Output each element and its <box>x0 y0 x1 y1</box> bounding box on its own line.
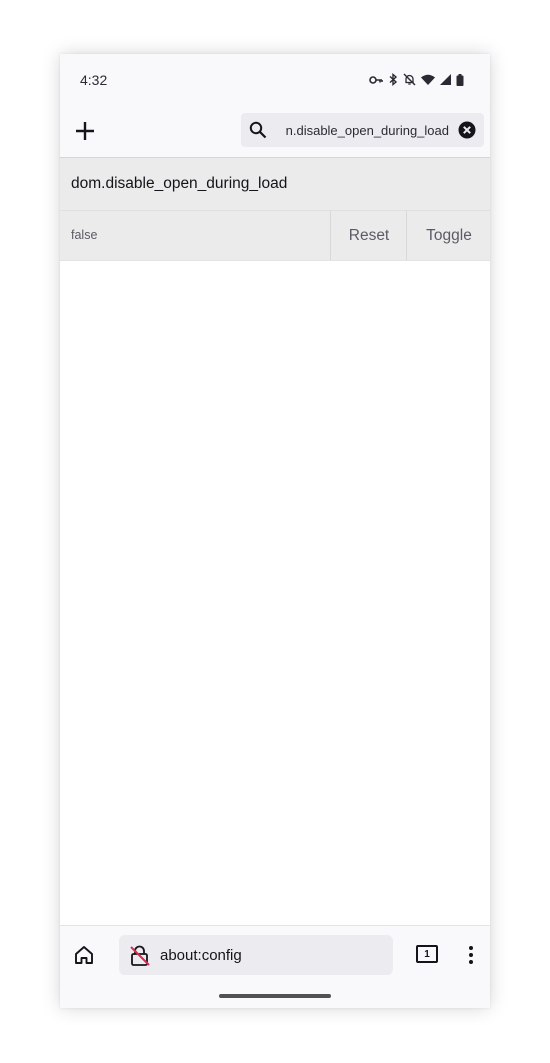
status-bar: 4:32 <box>60 54 490 106</box>
pref-row[interactable]: dom.disable_open_during_load <box>60 158 490 211</box>
plus-icon <box>76 122 94 140</box>
cellular-signal-icon <box>440 74 451 85</box>
phone-screen: 4:32 n.disable_open_during_load dom.disa… <box>60 54 490 1008</box>
bluetooth-icon <box>388 73 398 86</box>
tabs-button[interactable]: 1 <box>416 945 438 963</box>
search-icon <box>249 121 267 139</box>
vpn-key-icon <box>369 75 383 85</box>
pref-value: false <box>71 228 98 242</box>
clear-icon[interactable] <box>458 121 476 139</box>
battery-icon <box>456 73 464 86</box>
search-box[interactable]: n.disable_open_during_load <box>241 113 484 147</box>
reset-button[interactable]: Reset <box>330 211 407 260</box>
pref-value-row: false Reset Toggle <box>60 211 490 261</box>
status-icons <box>369 73 464 86</box>
url-text: about:config <box>160 947 242 964</box>
tab-count: 1 <box>416 945 438 963</box>
toggle-button[interactable]: Toggle <box>406 211 490 260</box>
three-dot-menu-icon <box>469 946 473 964</box>
search-input[interactable]: n.disable_open_during_load <box>277 113 449 147</box>
pref-name: dom.disable_open_during_load <box>71 175 288 192</box>
gesture-home-indicator[interactable] <box>219 994 331 998</box>
bottom-toolbar: about:config 1 <box>60 925 490 1008</box>
home-button[interactable] <box>73 944 95 971</box>
url-bar[interactable]: about:config <box>119 935 393 975</box>
wifi-icon <box>421 74 435 85</box>
add-pref-button[interactable] <box>72 118 98 144</box>
insecure-lock-icon <box>130 945 150 966</box>
menu-button[interactable] <box>465 944 477 971</box>
toolbar: n.disable_open_during_load <box>60 106 490 158</box>
status-time: 4:32 <box>80 72 108 88</box>
home-icon <box>75 946 93 964</box>
notifications-off-icon <box>403 73 416 86</box>
search-input-value: n.disable_open_during_load <box>285 122 449 138</box>
